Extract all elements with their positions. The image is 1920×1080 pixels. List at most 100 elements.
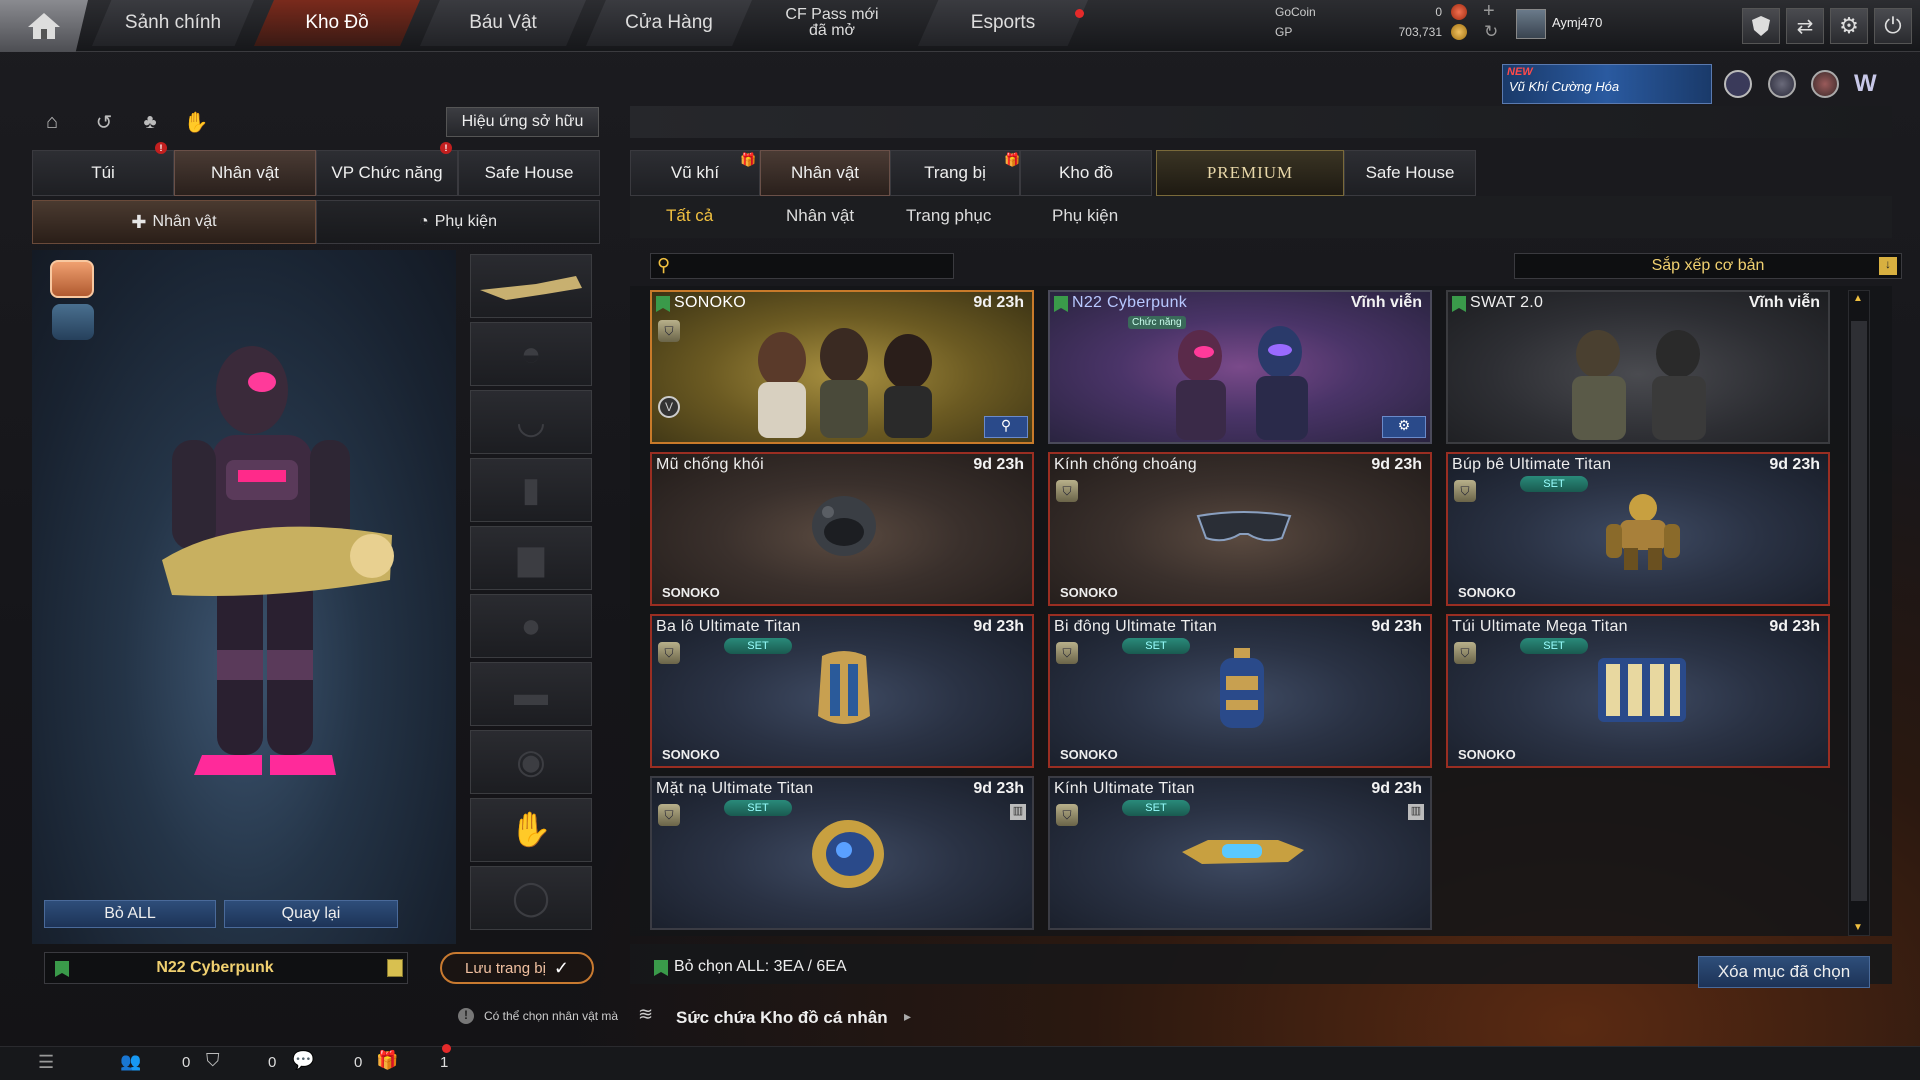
tab-functional-items[interactable]: VP Chức năng	[316, 150, 458, 196]
slot-helmet[interactable]: ◓	[470, 322, 592, 386]
slot-weapon[interactable]	[470, 254, 592, 318]
back-button[interactable]: Quay lại	[224, 900, 398, 928]
slot-backpack[interactable]: ▆	[470, 526, 592, 590]
tab-lobby[interactable]: Sảnh chính	[92, 0, 254, 46]
slot-glove[interactable]: ✋	[470, 798, 592, 862]
settings-gear-icon[interactable]: ⚙	[1382, 416, 1426, 438]
slot-ring[interactable]: ◯	[470, 866, 592, 930]
item-list-scrollbar[interactable]: ▲ ▼	[1848, 290, 1870, 936]
cf-pass-button[interactable]: CF Pass mới đã mở	[752, 0, 912, 46]
search-input[interactable]: ⚲	[650, 253, 954, 279]
refresh-icon[interactable]: ↻	[1484, 22, 1498, 42]
list-icon[interactable]	[387, 959, 403, 977]
save-equipment-button[interactable]: Lưu trang bị ✓	[440, 952, 594, 984]
item-card-ultimate-titan-doll[interactable]: Búp bê Ultimate Titan 9d 23h ⛉ SET SONOK…	[1446, 452, 1830, 606]
helmet-art	[812, 496, 876, 556]
tab-bag[interactable]: Túi	[32, 150, 174, 196]
item-card-sonoko[interactable]: SONOKO 9d 23h ⛉ V ⚲	[650, 290, 1034, 444]
gear-icon[interactable]: ⚙	[1830, 8, 1868, 44]
n22-characters-art	[1176, 326, 1308, 440]
item-card-swat[interactable]: SWAT 2.0 Vĩnh viễn	[1446, 290, 1830, 444]
tab-esports[interactable]: Esports	[918, 0, 1088, 46]
mask-art	[812, 820, 884, 888]
character-type-icon[interactable]	[50, 260, 94, 298]
set-badge: SET	[1520, 476, 1588, 492]
tab-safe-house-left[interactable]: Safe House	[458, 150, 600, 196]
filter-outfits[interactable]: Trang phục	[906, 206, 991, 234]
preset-selector[interactable]: N22 Cyberpunk	[44, 952, 408, 984]
add-coin-icon[interactable]: +	[1483, 0, 1495, 23]
power-icon[interactable]: ⏻	[1874, 8, 1912, 44]
tab-equipment[interactable]: Trang bị	[890, 150, 1020, 196]
tab-safe-house-right[interactable]: Safe House	[1344, 150, 1476, 196]
slot-goggles[interactable]: ◡	[470, 390, 592, 454]
menu-list-icon[interactable]: ☰	[38, 1052, 54, 1073]
w-logo-icon[interactable]: W	[1854, 70, 1886, 98]
item-card-flash-goggles[interactable]: Kính chống choáng 9d 23h ⛉ SONOKO	[1048, 452, 1432, 606]
home-button[interactable]	[0, 0, 88, 52]
clan-shield-icon[interactable]: ⛉	[206, 1050, 220, 1071]
slot-doll[interactable]: ▮	[470, 458, 592, 522]
tab-character[interactable]: Nhân vật	[174, 150, 316, 196]
shield-badge-icon: ⛉	[1056, 642, 1078, 664]
gift-box-icon[interactable]: ⌂	[38, 108, 66, 136]
shield-badge-icon: ⛉	[658, 320, 680, 342]
vip-icon[interactable]	[1724, 70, 1752, 98]
subtab-character[interactable]: ✚ Nhân vật	[32, 200, 316, 244]
trash-icon[interactable]: ▥	[1010, 804, 1026, 820]
item-card-n22-cyberpunk[interactable]: N22 Cyberpunk Vĩnh viễn Chức năng ⚙	[1048, 290, 1432, 444]
scroll-up-arrow-icon[interactable]: ▲	[1853, 293, 1863, 304]
hint-text: Có thể chọn nhân vật mà	[484, 1009, 619, 1023]
shield-icon[interactable]	[1742, 8, 1780, 44]
weapon-upgrade-banner[interactable]: NEW Vũ Khí Cường Hóa	[1502, 64, 1712, 104]
character-preview[interactable]	[32, 250, 456, 944]
slot-canteen[interactable]: ●	[470, 594, 592, 658]
tab-characters[interactable]: Nhân vật	[760, 150, 890, 196]
item-card-ultimate-titan-canteen[interactable]: Bi đông Ultimate Titan 9d 23h ⛉ SET SONO…	[1048, 614, 1432, 768]
chat-icon[interactable]: 💬	[292, 1050, 314, 1071]
item-card-smoke-helmet[interactable]: Mũ chống khói 9d 23h SONOKO	[650, 452, 1034, 606]
preview-zoom-icon[interactable]: ⚲	[984, 416, 1028, 438]
exit-room-icon[interactable]: ⇄	[1786, 8, 1824, 44]
history-icon[interactable]: ↺	[90, 108, 118, 136]
slot-mask[interactable]: ◉	[470, 730, 592, 794]
tab-shop[interactable]: Cửa Hàng	[586, 0, 752, 46]
swat-characters-art	[1572, 330, 1706, 440]
sort-dropdown[interactable]: Sắp xếp cơ bản ↓	[1514, 253, 1902, 279]
tab-storage[interactable]: Kho đồ	[1020, 150, 1152, 196]
shield-badge-icon: ⛉	[1454, 642, 1476, 664]
scroll-down-arrow-icon[interactable]: ▼	[1853, 922, 1863, 933]
filter-all[interactable]: Tất cả	[666, 206, 713, 234]
item-card-ultimate-titan-mask[interactable]: Mặt nạ Ultimate Titan 9d 23h ⛉ SET ▥	[650, 776, 1034, 930]
glove-icon[interactable]: ✋	[182, 108, 210, 136]
item-card-ultimate-titan-backpack[interactable]: Ba lô Ultimate Titan 9d 23h ⛉ SET SONOKO	[650, 614, 1034, 768]
select-all-status[interactable]: Bỏ chọn ALL: 3EA / 6EA	[674, 958, 847, 976]
event-icon[interactable]	[1811, 70, 1839, 98]
capacity-arrow-icon[interactable]: ▸	[904, 1008, 911, 1025]
bookmark-icon	[1452, 296, 1466, 312]
trash-icon[interactable]: ▥	[1408, 804, 1424, 820]
delete-selected-button[interactable]: Xóa mục đã chọn	[1698, 956, 1870, 988]
item-duration: Vĩnh viễn	[1748, 294, 1820, 311]
tab-inventory[interactable]: Kho Đồ	[254, 0, 420, 46]
search-icon: ⚲	[657, 255, 671, 275]
sort-arrow-icon[interactable]: ↓	[1879, 257, 1897, 275]
subtab-accessory[interactable]: ◔ Phụ kiện	[316, 200, 600, 244]
character-switch-icon[interactable]: ♣	[136, 108, 164, 136]
owned-effects-button[interactable]: Hiệu ứng sở hữu	[446, 107, 599, 137]
item-card-ultimate-titan-glasses[interactable]: Kính Ultimate Titan 9d 23h ⛉ SET ▥	[1048, 776, 1432, 930]
filter-characters[interactable]: Nhân vật	[786, 206, 854, 234]
character-type-alt-icon[interactable]	[52, 304, 94, 340]
tab-treasure[interactable]: Báu Vật	[420, 0, 586, 46]
capacity-label[interactable]: Sức chứa Kho đồ cá nhân	[676, 1008, 888, 1028]
slot-pouch[interactable]: ▬	[470, 662, 592, 726]
item-name: N22 Cyberpunk	[1072, 294, 1188, 311]
friends-icon[interactable]: 👥	[120, 1052, 141, 1072]
gift-icon[interactable]: 🎁	[376, 1050, 398, 1071]
item-card-ultimate-mega-titan-pouch[interactable]: Túi Ultimate Mega Titan 9d 23h ⛉ SET SON…	[1446, 614, 1830, 768]
tab-premium[interactable]: PREMIUM	[1156, 150, 1344, 196]
scroll-thumb[interactable]	[1851, 321, 1867, 901]
remove-all-button[interactable]: Bỏ ALL	[44, 900, 216, 928]
globe-icon[interactable]	[1768, 70, 1796, 98]
filter-accessories[interactable]: Phụ kiện	[1052, 206, 1118, 234]
